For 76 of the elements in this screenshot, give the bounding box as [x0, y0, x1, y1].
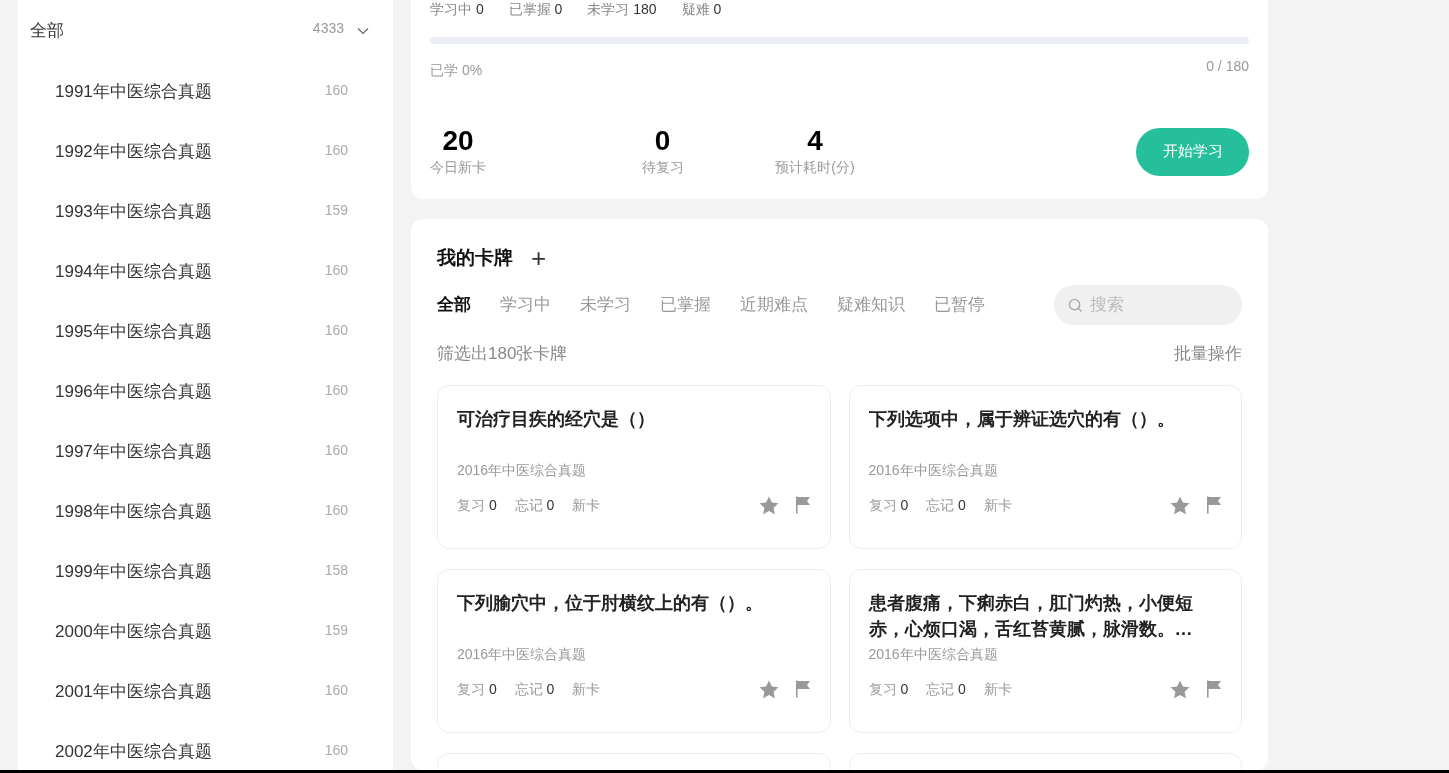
- card-question: 下列腧穴中，位于肘横纹上的有（）。: [457, 591, 764, 615]
- tree-item[interactable]: 1994年中医综合真题: [55, 259, 325, 285]
- forget-count: 忘记 0: [514, 679, 555, 699]
- tree-item[interactable]: 1997年中医综合真题: [55, 439, 325, 465]
- flashcard[interactable]: 下列选项中，属于辨证选穴的有（）。 2016年中医综合真题 复习 0 忘记 0 新卡: [848, 384, 1242, 549]
- tree-item[interactable]: 1999年中医综合真题: [55, 559, 325, 585]
- star-icon[interactable]: [758, 679, 779, 699]
- card-status: 新卡: [983, 495, 1013, 515]
- flag-icon[interactable]: [794, 680, 811, 698]
- tree-item[interactable]: 2000年中医综合真题: [55, 619, 325, 645]
- tree-item[interactable]: 1991年中医综合真题: [55, 79, 325, 105]
- status-count: 已掌握 0: [508, 0, 563, 19]
- deck-title: 我的卡牌: [437, 245, 513, 270]
- tree-root-label[interactable]: 全部: [30, 18, 313, 44]
- item-count: 160: [324, 320, 348, 340]
- card-source: 2016年中医综合真题: [457, 644, 588, 664]
- review-count: 复习 0: [868, 495, 909, 515]
- item-count: 160: [324, 740, 348, 760]
- tree-item[interactable]: 1998年中医综合真题: [55, 499, 325, 525]
- item-count: 159: [324, 620, 348, 640]
- review-count: 复习 0: [457, 679, 497, 699]
- item-count: 160: [324, 140, 348, 160]
- star-icon[interactable]: [758, 495, 779, 515]
- flag-icon[interactable]: [1206, 496, 1222, 514]
- progress-label: 已学 0%: [430, 61, 483, 80]
- item-count: 160: [324, 680, 348, 700]
- card-question: 患者腹痛，下痢赤白，肛门灼热，小便短赤，心烦口渴，舌红苔黄腻，脉滑数。…: [868, 591, 1194, 641]
- item-count: 160: [324, 440, 348, 460]
- review-count: 复习 0: [868, 679, 909, 699]
- stat-value: 0: [654, 125, 671, 157]
- status-count: 学习中 0: [430, 0, 484, 19]
- batch-action-link[interactable]: 批量操作: [1174, 341, 1242, 367]
- flag-icon[interactable]: [1206, 680, 1222, 698]
- tree-item[interactable]: 1993年中医综合真题: [55, 199, 325, 225]
- filter-tab[interactable]: 全部: [437, 292, 471, 318]
- chevron-down-icon[interactable]: [357, 27, 369, 35]
- tree-item[interactable]: 1995年中医综合真题: [55, 319, 325, 345]
- tree-item[interactable]: 2001年中医综合真题: [55, 679, 325, 705]
- flag-icon[interactable]: [794, 496, 811, 514]
- card-source: 2016年中医综合真题: [457, 460, 588, 480]
- flashcard[interactable]: 患者腹痛，下痢赤白，肛门灼热，小便短赤，心烦口渴，舌红苔黄腻，脉滑数。… 2016年中医综合真题 复习 0 忘记 0 新卡: [848, 568, 1242, 733]
- add-button[interactable]: +: [531, 245, 547, 271]
- item-count: 160: [324, 260, 348, 280]
- card-question: 可治疗目疾的经穴是（）: [457, 407, 656, 431]
- status-count: 疑难 0: [681, 0, 722, 19]
- item-count: 160: [324, 500, 348, 520]
- review-count: 复习 0: [457, 495, 497, 515]
- progress-reading: 0 / 180: [1206, 57, 1249, 76]
- item-count: 159: [324, 200, 348, 220]
- stat-label: 待复习: [641, 158, 684, 177]
- forget-count: 忘记 0: [926, 495, 966, 515]
- stat-label: 预计耗时(分): [775, 158, 855, 177]
- card-status: 新卡: [983, 679, 1013, 699]
- forget-count: 忘记 0: [514, 495, 555, 515]
- card-source: 2016年中医综合真题: [868, 644, 999, 664]
- card-status: 新卡: [572, 495, 602, 515]
- item-count: 160: [324, 380, 348, 400]
- card-question: 下列选项中，属于辨证选穴的有（）。: [868, 407, 1176, 431]
- stat-label: 今日新卡: [430, 158, 486, 177]
- tree-item[interactable]: 2002年中医综合真题: [55, 739, 325, 765]
- stat-value: 20: [442, 125, 474, 157]
- flashcard[interactable]: 可治疗目疾的经穴是（） 2016年中医综合真题 复习 0 忘记 0 新卡: [437, 384, 831, 549]
- star-icon[interactable]: [1170, 679, 1190, 699]
- item-count: 158: [324, 560, 348, 580]
- flashcard[interactable]: 下列腧穴中，位于肘横纹上的有（）。 2016年中医综合真题 复习 0 忘记 0 新卡: [437, 568, 831, 733]
- item-count: 4333: [312, 18, 344, 38]
- tree-item[interactable]: 1996年中医综合真题: [55, 379, 325, 405]
- stat-value: 4: [807, 125, 823, 157]
- card-status: 新卡: [572, 679, 602, 699]
- tree-item[interactable]: 1992年中医综合真题: [55, 139, 325, 165]
- card-source: 2016年中医综合真题: [868, 460, 999, 480]
- filter-summary: 筛选出180张卡牌: [437, 343, 568, 365]
- item-count: 160: [324, 80, 348, 100]
- forget-count: 忘记 0: [926, 679, 966, 699]
- star-icon[interactable]: [1170, 495, 1190, 515]
- status-count: 未学习 180: [587, 0, 657, 19]
